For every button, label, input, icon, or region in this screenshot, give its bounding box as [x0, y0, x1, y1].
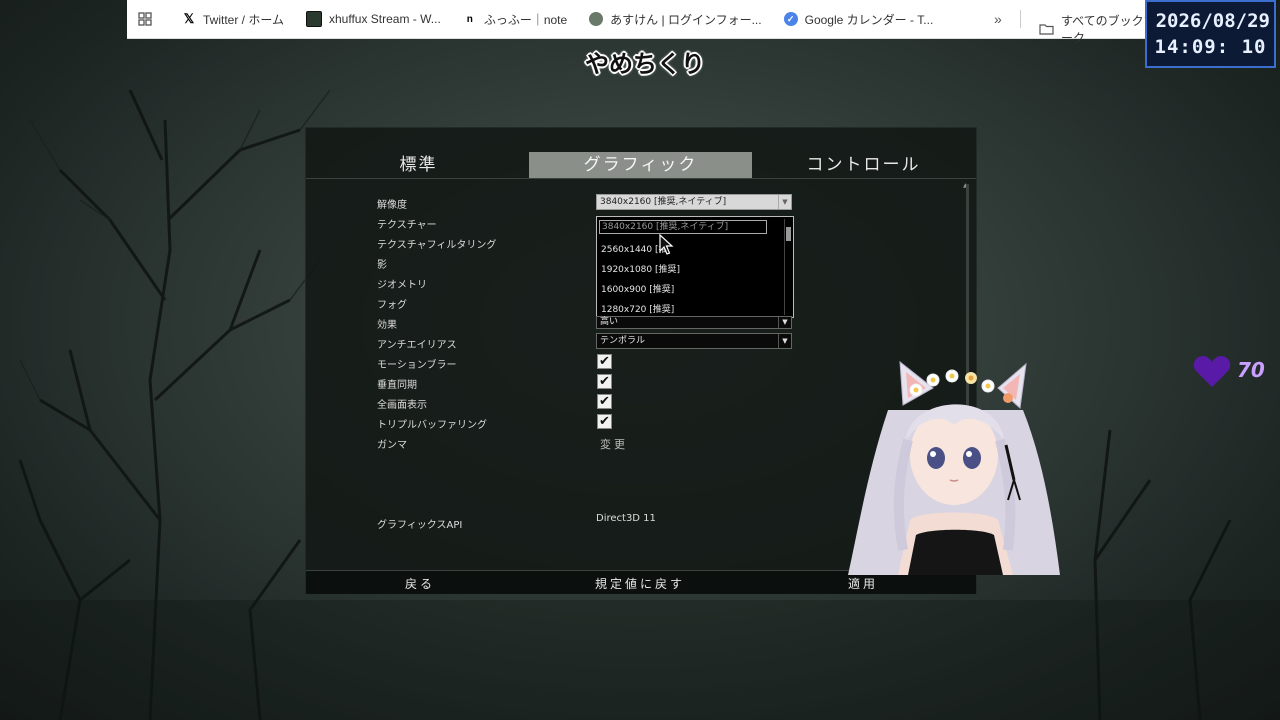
asken-favicon-icon	[589, 12, 604, 26]
label-shadow: 影	[377, 260, 387, 271]
fullscreen-checkbox[interactable]: ✔	[597, 394, 612, 409]
label-texture-filtering: テクスチャフィルタリング	[377, 240, 497, 251]
settings-tabs: 標準 グラフィック コントロール	[306, 128, 976, 180]
bookmark-google-calendar[interactable]: ✓ Google カレンダー - T...	[783, 11, 933, 28]
chevron-down-icon: ▼	[778, 317, 791, 328]
clock-date: 2026/08/29	[1155, 10, 1270, 32]
heart-count: 70	[1237, 358, 1265, 382]
bookmark-xhuffux-stream[interactable]: xhuffux Stream - W...	[305, 11, 441, 27]
bookmark-note[interactable]: n ふっふー｜note	[463, 11, 567, 28]
dropdown-scroll-thumb[interactable]	[786, 227, 791, 241]
bookmarks-separator	[1020, 10, 1021, 28]
graphics-api-value: Direct3D 11	[596, 513, 656, 524]
chevron-down-icon: ▼	[778, 195, 791, 209]
gamma-change-button[interactable]: 変更	[600, 436, 628, 452]
resolution-select[interactable]: 3840x2160 [推奨,ネイティブ] ▼	[596, 194, 792, 210]
vsync-checkbox[interactable]: ✔	[597, 374, 612, 389]
resolution-option-3840x2160[interactable]: 3840x2160 [推奨,ネイティブ]	[599, 220, 767, 234]
tab-graphics[interactable]: グラフィック	[529, 152, 752, 178]
note-logo-icon: n	[466, 13, 473, 25]
mouse-cursor-icon	[659, 234, 674, 255]
resolution-select-value: 3840x2160 [推奨,ネイティブ]	[600, 197, 727, 207]
triple-buffering-checkbox[interactable]: ✔	[597, 414, 612, 429]
label-gamma: ガンマ	[377, 440, 407, 451]
label-motion-blur: モーションブラー	[377, 360, 457, 371]
back-button[interactable]: 戻る	[405, 575, 435, 592]
label-texture: テクスチャー	[377, 220, 437, 231]
effects-select-value: 高い	[600, 317, 619, 327]
reset-defaults-button[interactable]: 規定値に戻す	[595, 575, 685, 592]
label-graphics-api: グラフィックスAPI	[377, 520, 463, 531]
tab-divider	[306, 178, 976, 179]
tab-controls[interactable]: コントロール	[781, 152, 946, 178]
google-calendar-icon: ✓	[783, 12, 798, 26]
stream-favicon-icon	[305, 11, 322, 27]
label-antialias: アンチエイリアス	[377, 340, 457, 351]
label-triple-buffering: トリプルバッファリング	[377, 420, 487, 431]
motion-blur-checkbox[interactable]: ✔	[597, 354, 612, 369]
tab-standard[interactable]: 標準	[336, 152, 501, 178]
bookmark-twitter[interactable]: 𝕏 Twitter / ホーム	[182, 11, 284, 28]
label-resolution: 解像度	[377, 200, 407, 211]
label-geometry: ジオメトリ	[377, 280, 427, 291]
antialias-select-value: テンポラル	[600, 336, 646, 346]
label-effects: 効果	[377, 320, 397, 331]
more-bookmarks-button[interactable]: »	[994, 11, 1002, 27]
apps-grid-icon[interactable]	[127, 12, 163, 26]
antialias-select[interactable]: テンポラル ▼	[596, 333, 792, 349]
x-logo-icon: 𝕏	[183, 11, 195, 26]
label-vsync: 垂直同期	[377, 380, 417, 391]
heart-icon	[1193, 356, 1231, 387]
resolution-option-1280x720[interactable]: 1280x720 [推奨]	[601, 302, 674, 315]
resolution-option-1920x1080[interactable]: 1920x1080 [推奨]	[601, 262, 680, 275]
resolution-dropdown: 3840x2160 [推奨,ネイティブ] 2560x1440 [推 1920x1…	[596, 216, 794, 318]
folder-icon	[1039, 23, 1054, 35]
chevron-down-icon: ▼	[778, 334, 791, 348]
vtuber-avatar	[848, 360, 1060, 575]
label-fog: フォグ	[377, 300, 407, 311]
resolution-option-2560x1440[interactable]: 2560x1440 [推	[601, 242, 668, 255]
stream-caption: やめちくり	[585, 50, 705, 78]
bookmarks-bar: 𝕏 Twitter / ホーム xhuffux Stream - W... n …	[127, 0, 1160, 45]
dropdown-scrollbar[interactable]	[784, 219, 792, 315]
apply-button[interactable]: 適用	[848, 575, 878, 592]
resolution-option-1600x900[interactable]: 1600x900 [推奨]	[601, 282, 674, 295]
label-fullscreen: 全画面表示	[377, 400, 427, 411]
bookmark-asken[interactable]: あすけん | ログインフォー...	[589, 11, 762, 28]
all-bookmarks-button[interactable]: すべてのブックマーク	[1039, 12, 1160, 46]
effects-select[interactable]: 高い ▼	[596, 316, 792, 329]
